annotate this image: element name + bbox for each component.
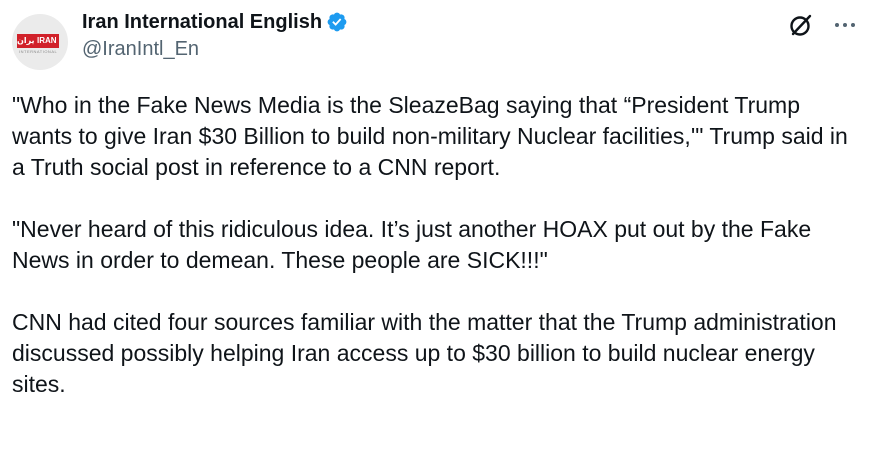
tweet-actions xyxy=(788,12,858,38)
tweet-text: "Who in the Fake News Media is the Sleaz… xyxy=(12,90,864,400)
avatar-logo: ایران IRAN xyxy=(17,34,63,48)
avatar-logo-right: IRAN xyxy=(35,34,59,48)
tweet-paragraph: "Never heard of this ridiculous idea. It… xyxy=(12,216,812,273)
more-dots-icon xyxy=(835,23,855,27)
avatar[interactable]: ایران IRAN INTERNATIONAL xyxy=(12,14,68,70)
account-handle[interactable]: @IranIntl_En xyxy=(82,38,348,61)
avatar-logo-sub: INTERNATIONAL xyxy=(19,49,58,54)
tweet-header: ایران IRAN INTERNATIONAL Iran Internatio… xyxy=(12,8,866,70)
display-name[interactable]: Iran International English xyxy=(82,11,322,34)
tweet-paragraph: "Who in the Fake News Media is the Sleaz… xyxy=(12,92,848,180)
tweet-paragraph: CNN had cited four sources familiar with… xyxy=(12,309,837,397)
verified-badge-icon xyxy=(327,12,347,32)
more-icon[interactable] xyxy=(832,12,858,38)
account-names: Iran International English @IranIntl_En xyxy=(82,8,348,61)
display-name-row: Iran International English xyxy=(82,8,348,36)
avatar-logo-left: ایران xyxy=(17,34,37,48)
grok-icon[interactable] xyxy=(788,12,814,38)
